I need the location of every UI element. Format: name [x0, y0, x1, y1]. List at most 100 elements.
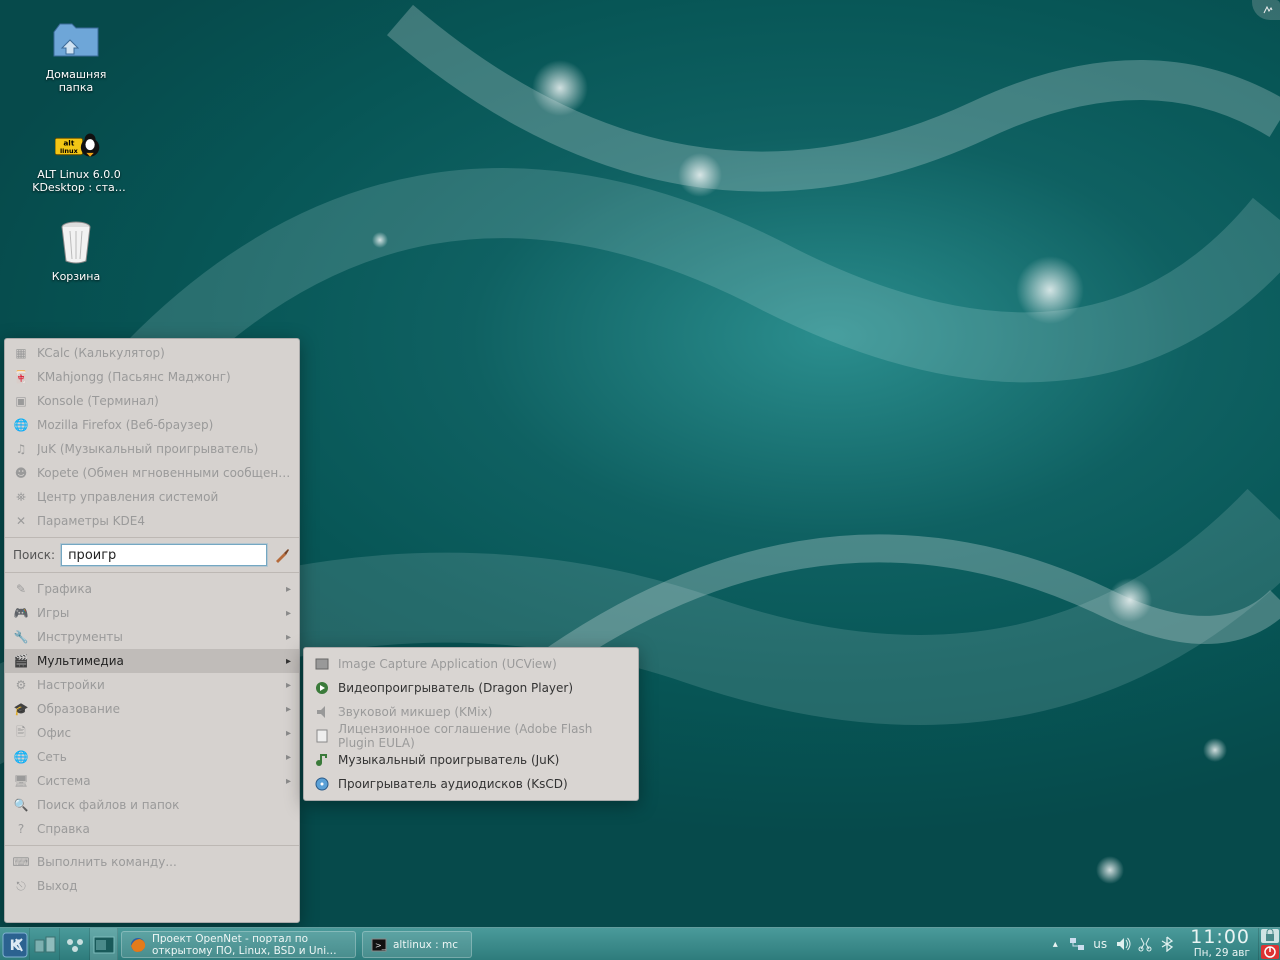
mixer-icon — [314, 704, 330, 720]
activity-button[interactable] — [60, 928, 90, 960]
network-icon: 🌐 — [13, 749, 29, 765]
menu-item-control-center[interactable]: ⛯Центр управления системой — [5, 485, 299, 509]
taskbar-item-firefox[interactable]: Проект OpenNet - портал по открытому ПО,… — [121, 931, 356, 958]
system-icon: 🖥 — [13, 773, 29, 789]
category-find-files[interactable]: 🔍Поиск файлов и папок — [5, 793, 299, 817]
category-games[interactable]: 🎮Игры▸ — [5, 601, 299, 625]
desktop-icon-label: Корзина — [28, 270, 124, 283]
taskbar-item-konsole[interactable]: >_ altlinux : mc — [362, 931, 472, 958]
category-graphics[interactable]: ✎Графика▸ — [5, 577, 299, 601]
terminal-icon: ▣ — [13, 393, 29, 409]
category-system[interactable]: 🖥Система▸ — [5, 769, 299, 793]
tools-icon: 🔧 — [13, 629, 29, 645]
desktop-icon-trash[interactable]: Корзина — [28, 218, 124, 283]
lock-screen-button[interactable] — [1261, 929, 1279, 943]
category-settings[interactable]: ⚙Настройки▸ — [5, 673, 299, 697]
chat-icon: ☻ — [13, 465, 29, 481]
chevron-right-icon: ▸ — [286, 656, 291, 667]
tray-expand-icon[interactable]: ▴ — [1044, 939, 1066, 950]
category-network[interactable]: 🌐Сеть▸ — [5, 745, 299, 769]
firefox-icon — [130, 937, 146, 953]
svg-text:>_: >_ — [375, 941, 387, 950]
games-icon: 🎮 — [13, 605, 29, 621]
plasma-toolbox-corner[interactable] — [1252, 0, 1280, 20]
category-tools[interactable]: 🔧Инструменты▸ — [5, 625, 299, 649]
submenu-item-kscd[interactable]: Проигрыватель аудиодисков (KsCD) — [304, 772, 638, 796]
category-multimedia[interactable]: 🎬Мультимедиа▸ — [5, 649, 299, 673]
settings-icon: ⚙ — [13, 677, 29, 693]
submenu-item-ucview[interactable]: Image Capture Application (UCView) — [304, 652, 638, 676]
menu-item-firefox[interactable]: 🌐Mozilla Firefox (Веб-браузер) — [5, 413, 299, 437]
tray-network-icon[interactable] — [1066, 936, 1088, 952]
system-tray: ▴ us — [1044, 928, 1182, 960]
chevron-right-icon: ▸ — [286, 632, 291, 643]
logout-icon: ⎋ — [13, 878, 29, 894]
clock-date: Пн, 29 авг — [1190, 947, 1250, 959]
tray-bluetooth-icon[interactable] — [1156, 936, 1178, 952]
category-office[interactable]: 🖹Офис▸ — [5, 721, 299, 745]
settings-icon: ⛯ — [13, 489, 29, 505]
tray-klipper-icon[interactable] — [1134, 936, 1156, 952]
video-player-icon — [314, 680, 330, 696]
chevron-right-icon: ▸ — [286, 704, 291, 715]
start-menu-categories: ✎Графика▸ 🎮Игры▸ 🔧Инструменты▸ 🎬Мультиме… — [5, 575, 299, 843]
task-panel: K Проект OpenNet - портал по открытому П… — [0, 927, 1280, 960]
multimedia-submenu: Image Capture Application (UCView) Видео… — [303, 647, 639, 801]
start-menu-search-row: Поиск: — [5, 540, 299, 570]
panel-spacer — [475, 928, 1044, 960]
desktop-icon-altlinux[interactable]: alt linux ALT Linux 6.0.0 KDesktop : ста… — [24, 116, 134, 194]
svg-text:linux: linux — [60, 147, 79, 155]
tray-volume-icon[interactable] — [1112, 936, 1134, 952]
education-icon: 🎓 — [13, 701, 29, 717]
action-exit[interactable]: ⎋Выход — [5, 874, 299, 898]
category-education[interactable]: 🎓Образование▸ — [5, 697, 299, 721]
task-title: altlinux : mc — [393, 939, 458, 951]
chevron-right-icon: ▸ — [286, 680, 291, 691]
submenu-item-dragon-player[interactable]: Видеопроигрыватель (Dragon Player) — [304, 676, 638, 700]
panel-right-dock — [1258, 928, 1280, 960]
menu-item-kcalc[interactable]: ▦KCalc (Калькулятор) — [5, 341, 299, 365]
clear-search-icon[interactable] — [273, 546, 291, 564]
chevron-right-icon: ▸ — [286, 776, 291, 787]
capture-icon — [314, 656, 330, 672]
clock-time: 11:00 — [1190, 928, 1250, 947]
run-icon: ⌨ — [13, 854, 29, 870]
task-title: Проект OpenNet - портал по открытому ПО,… — [152, 933, 337, 957]
panel-clock[interactable]: 11:00 Пн, 29 авг — [1182, 928, 1258, 960]
menu-item-juk[interactable]: ♫JuK (Музыкальный проигрыватель) — [5, 437, 299, 461]
search-label: Поиск: — [13, 548, 55, 562]
action-run-command[interactable]: ⌨Выполнить команду... — [5, 850, 299, 874]
trash-icon — [52, 218, 100, 266]
show-desktop-button[interactable] — [30, 928, 60, 960]
search-input[interactable] — [61, 544, 267, 566]
start-menu-actions: ⌨Выполнить команду... ⎋Выход — [5, 848, 299, 900]
calculator-icon: ▦ — [13, 345, 29, 361]
menu-item-kmahjongg[interactable]: 🀄KMahjongg (Пасьянс Маджонг) — [5, 365, 299, 389]
chevron-right-icon: ▸ — [286, 728, 291, 739]
submenu-item-flash-eula[interactable]: Лицензионное соглашение (Adobe Flash Plu… — [304, 724, 638, 748]
chevron-right-icon: ▸ — [286, 584, 291, 595]
chevron-right-icon: ▸ — [286, 608, 291, 619]
desktop-icon-label: ALT Linux 6.0.0 KDesktop : ста… — [24, 168, 134, 194]
help-icon: ? — [13, 821, 29, 837]
altlinux-icon: alt linux — [55, 116, 103, 164]
document-icon — [314, 728, 330, 744]
terminal-icon: >_ — [371, 937, 387, 953]
submenu-item-juk[interactable]: Музыкальный проигрыватель (JuK) — [304, 748, 638, 772]
music-player-icon — [314, 752, 330, 768]
menu-separator — [5, 537, 299, 538]
menu-item-kopete[interactable]: ☻Kopete (Обмен мгновенными сообщениями) — [5, 461, 299, 485]
category-help[interactable]: ?Справка — [5, 817, 299, 841]
multimedia-icon: 🎬 — [13, 653, 29, 669]
pager-desktop-1[interactable] — [90, 928, 118, 960]
menu-item-kde-settings[interactable]: ✕Параметры KDE4 — [5, 509, 299, 533]
tray-keyboard-layout[interactable]: us — [1088, 937, 1112, 951]
office-icon: 🖹 — [13, 725, 29, 741]
submenu-item-kmix[interactable]: Звуковой микшер (KMix) — [304, 700, 638, 724]
desktop-icon-home[interactable]: Домашняя папка — [28, 16, 124, 94]
start-button[interactable]: K — [0, 928, 30, 960]
menu-item-konsole[interactable]: ▣Konsole (Терминал) — [5, 389, 299, 413]
start-menu-favorites: ▦KCalc (Калькулятор) 🀄KMahjongg (Пасьянс… — [5, 339, 299, 535]
shutdown-button[interactable] — [1261, 945, 1279, 959]
mahjongg-icon: 🀄 — [13, 369, 29, 385]
